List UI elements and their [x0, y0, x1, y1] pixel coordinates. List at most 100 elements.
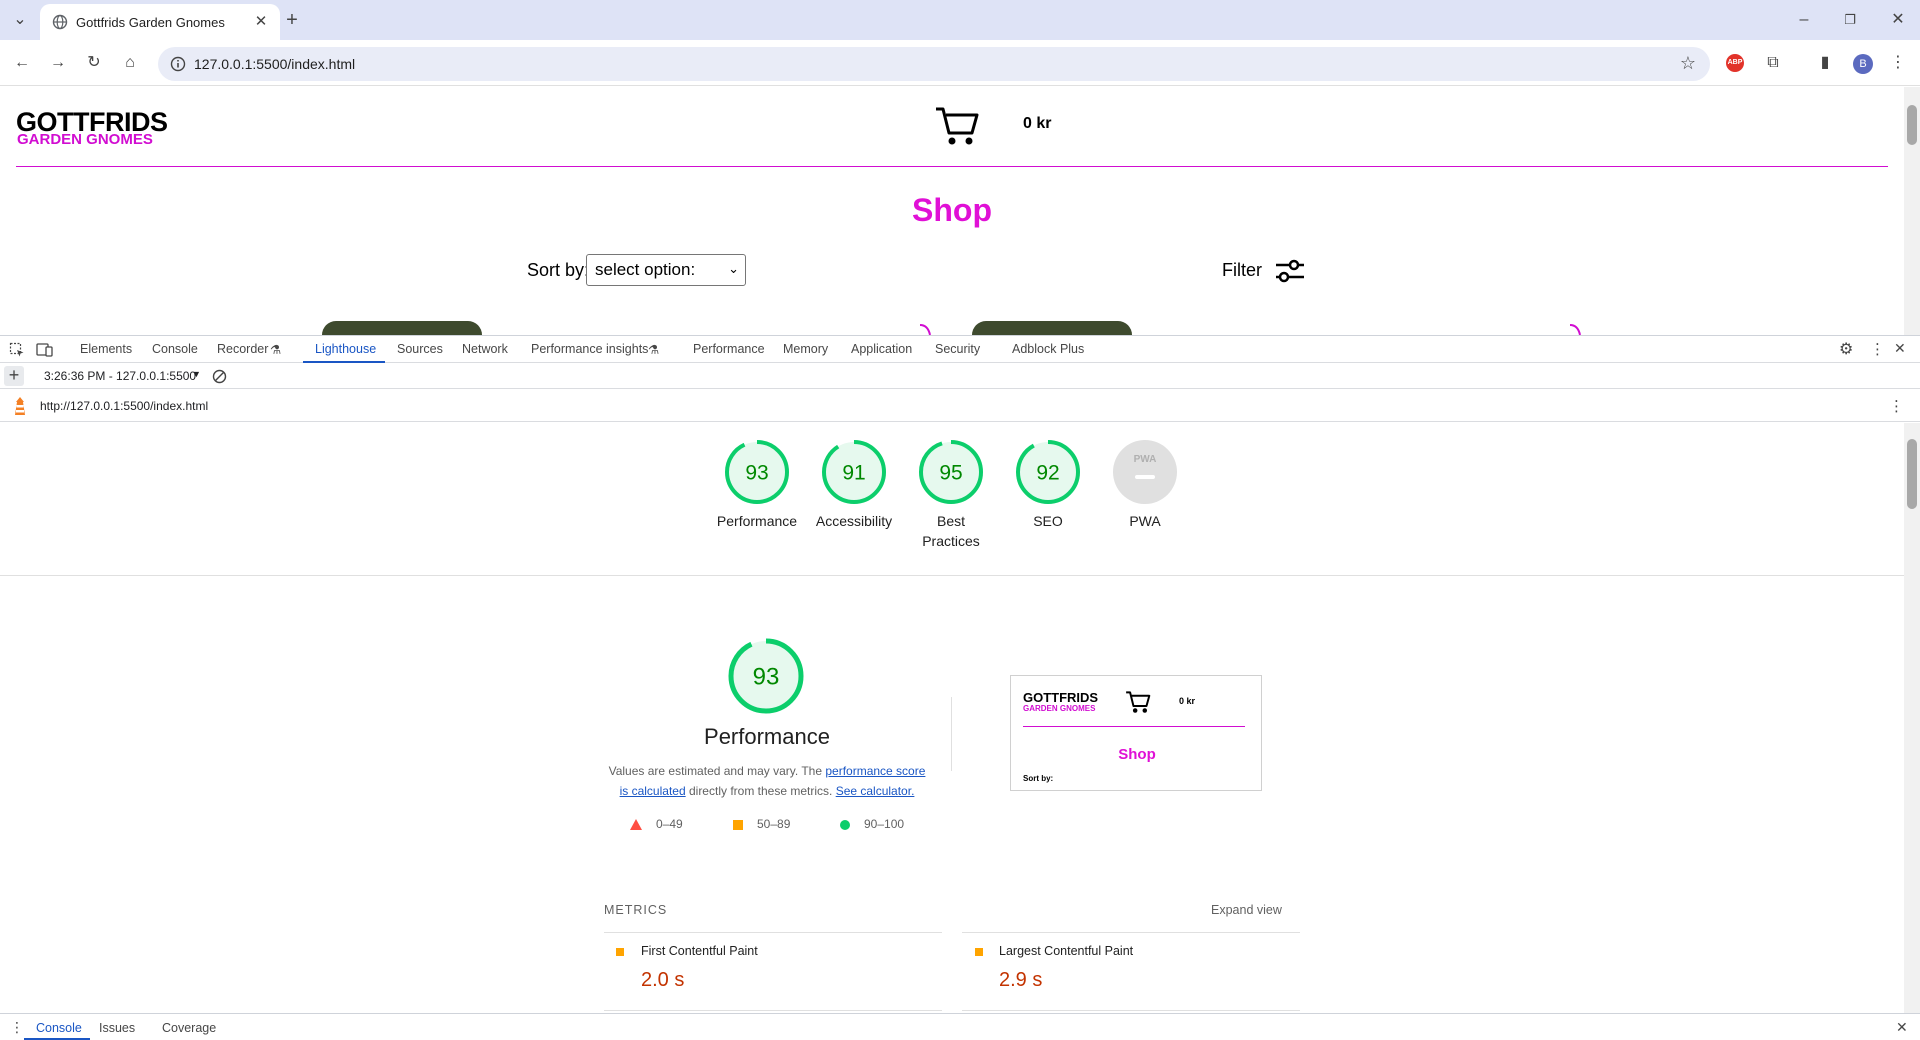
extensions-puzzle-icon[interactable]: ⧉	[1759, 49, 1787, 77]
gauge-best-practices[interactable]: 95 Best Practices	[896, 439, 1006, 551]
browser-toolbar: ← → ↻ ⌂ 127.0.0.1:5500/index.html ☆ ABP …	[0, 40, 1920, 86]
devtools-tab-adblock-plus[interactable]: Adblock Plus	[1012, 342, 1084, 356]
home-icon[interactable]: ⌂	[116, 49, 144, 77]
see-calculator-link[interactable]: See calculator.	[836, 784, 915, 798]
score-ring: PWA	[1113, 440, 1177, 504]
sort-selected-value: select option:	[595, 260, 696, 279]
drawer-close-icon[interactable]: ✕	[1896, 1019, 1908, 1036]
gauge-accessibility[interactable]: 91 Accessibility	[799, 439, 909, 531]
devtools-tab-sources[interactable]: Sources	[397, 342, 443, 356]
score-ring: 95	[919, 440, 983, 504]
report-dropdown-icon[interactable]: ▼	[192, 369, 201, 379]
tab-close-icon[interactable]: ✕	[252, 13, 270, 31]
back-arrow-icon[interactable]: ←	[8, 49, 36, 77]
metric-divider	[962, 1010, 1300, 1011]
page-viewport: GOTTFRIDS GARDEN GNOMES 0 kr Shop Sort b…	[0, 87, 1904, 335]
tab-title: Gottfrids Garden Gnomes	[76, 15, 225, 30]
metric-value-lcp: 2.9 s	[999, 969, 1043, 991]
window-close-icon[interactable]: ✕	[1884, 6, 1912, 34]
filter-sliders-icon[interactable]	[1274, 256, 1306, 286]
gauge-label: Performance	[716, 513, 798, 529]
adblock-extension-icon[interactable]: ABP	[1726, 54, 1744, 72]
clear-reports-icon[interactable]	[212, 369, 227, 384]
cart-total: 0 kr	[1023, 115, 1052, 132]
report-menu-icon[interactable]: ⋮	[1889, 397, 1904, 415]
metric-divider	[604, 1010, 942, 1011]
product-image[interactable]	[972, 321, 1132, 335]
drawer-tab-console[interactable]: Console	[36, 1021, 82, 1035]
devtools-tab-lighthouse[interactable]: Lighthouse	[315, 342, 376, 356]
gauge-seo[interactable]: 92 SEO	[993, 439, 1103, 531]
url-text: 127.0.0.1:5500/index.html	[194, 56, 356, 72]
gauge-label: SEO	[1033, 513, 1063, 529]
drawer-tab-issues[interactable]: Issues	[99, 1021, 135, 1035]
address-bar[interactable]: 127.0.0.1:5500/index.html ☆	[158, 47, 1710, 81]
thumb-divider	[1023, 726, 1245, 727]
device-toolbar-icon[interactable]	[36, 342, 54, 358]
gauge-score: 95	[939, 462, 962, 485]
browser-tab[interactable]: Gottfrids Garden Gnomes ✕	[40, 4, 280, 40]
legend-average-range: 50–89	[757, 817, 791, 831]
drawer-menu-icon[interactable]: ⋮	[10, 1019, 24, 1036]
devtools-tab-memory[interactable]: Memory	[783, 342, 828, 356]
performance-score-ring: 93	[728, 638, 804, 714]
page-scrollbar[interactable]	[1904, 87, 1920, 335]
browser-menu-icon[interactable]: ⋮	[1884, 49, 1912, 77]
page-screenshot-thumbnail[interactable]: GOTTFRIDS GARDEN GNOMES 0 kr Shop Sort b…	[1010, 675, 1262, 791]
settings-gear-icon[interactable]: ⚙	[1839, 339, 1853, 359]
pass-circle-icon	[840, 820, 850, 830]
product-badge	[919, 324, 931, 335]
desc-text: directly from these metrics.	[685, 784, 836, 798]
report-scrollbar[interactable]	[1904, 423, 1920, 1013]
pwa-dash	[1135, 475, 1155, 479]
devtools-tab-console[interactable]: Console	[152, 342, 198, 356]
cart-icon[interactable]	[934, 105, 980, 147]
gauge-score: 93	[745, 462, 768, 485]
report-url-bar: http://127.0.0.1:5500/index.html ⋮	[0, 390, 1920, 422]
page-scrollbar-thumb[interactable]	[1907, 105, 1917, 145]
side-panel-icon[interactable]: ▮	[1811, 49, 1839, 77]
product-image[interactable]	[322, 321, 482, 335]
thumb-cart-total: 0 kr	[1179, 696, 1196, 706]
profile-avatar[interactable]: B	[1853, 54, 1873, 74]
new-tab-plus-icon[interactable]: +	[278, 6, 306, 34]
pwa-badge-background	[1113, 440, 1177, 504]
devtools-tab-performance-insights[interactable]: Performance insights	[531, 342, 648, 356]
gauge-pwa[interactable]: PWA PWA	[1090, 439, 1200, 531]
pwa-badge-text: PWA	[1134, 454, 1157, 465]
devtools-close-icon[interactable]: ✕	[1894, 340, 1906, 357]
metric-value-fcp: 2.0 s	[641, 969, 685, 991]
devtools-tab-security[interactable]: Security	[935, 342, 980, 356]
reload-icon[interactable]: ↻	[80, 49, 108, 77]
drawer-tab-coverage[interactable]: Coverage	[162, 1021, 216, 1035]
metric-name-fcp: First Contentful Paint	[641, 944, 758, 958]
devtools-tab-performance[interactable]: Performance	[693, 342, 765, 356]
minimize-icon[interactable]: –	[1790, 6, 1818, 34]
inspect-element-icon[interactable]	[9, 342, 25, 358]
devtools-tab-application[interactable]: Application	[851, 342, 912, 356]
thumb-sort-label: Sort by:	[1023, 774, 1054, 783]
metrics-header: METRICS	[604, 903, 668, 917]
devtools-menu-icon[interactable]: ⋮	[1870, 340, 1885, 358]
globe-icon	[52, 14, 68, 30]
expand-view-button[interactable]: Expand view	[1211, 903, 1282, 917]
site-info-icon[interactable]	[170, 56, 186, 72]
devtools-tab-elements[interactable]: Elements	[80, 342, 132, 356]
forward-arrow-icon[interactable]: →	[44, 49, 72, 77]
average-square-icon	[975, 948, 983, 956]
thumb-logo-title: GOTTFRIDS	[1023, 690, 1099, 705]
score-ring: 92	[1016, 440, 1080, 504]
sort-select[interactable]: select option: ⌄	[586, 254, 746, 286]
report-scrollbar-thumb[interactable]	[1907, 439, 1917, 509]
restore-icon[interactable]: ❐	[1836, 6, 1864, 34]
devtools-tab-network[interactable]: Network	[462, 342, 508, 356]
gauge-performance[interactable]: 93 Performance	[702, 439, 812, 531]
new-report-plus-icon[interactable]: +	[4, 366, 24, 386]
devtools-tab-recorder[interactable]: Recorder	[217, 342, 268, 356]
logo-subtitle[interactable]: GARDEN GNOMES	[17, 131, 153, 148]
report-selector[interactable]: 3:26:36 PM - 127.0.0.1:5500	[44, 369, 196, 383]
filter-label[interactable]: Filter	[1222, 260, 1262, 281]
thumb-logo-subtitle: GARDEN GNOMES	[1023, 704, 1096, 713]
bookmark-star-icon[interactable]: ☆	[1680, 53, 1696, 74]
tab-search-chevron-icon[interactable]: ⌄	[6, 6, 34, 34]
